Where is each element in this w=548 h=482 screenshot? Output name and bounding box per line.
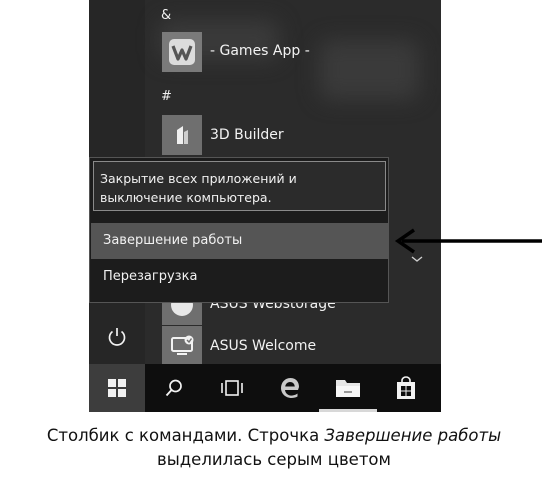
- group-header-amp[interactable]: &: [161, 8, 171, 23]
- menu-item-restart[interactable]: Перезагрузка: [91, 259, 388, 295]
- caption-line-1: Столбик с командами. Строчка Завершение …: [0, 424, 548, 448]
- store-button[interactable]: [377, 364, 435, 412]
- active-indicator: [319, 409, 377, 412]
- caption-emphasis: Завершение работы: [324, 426, 502, 445]
- edge-button[interactable]: [261, 364, 319, 412]
- search-button[interactable]: [145, 364, 203, 412]
- games-app-icon: [169, 39, 195, 65]
- search-icon: [165, 379, 182, 397]
- app-name-games[interactable]: - Games App -: [210, 43, 310, 59]
- pointer-arrow-icon: [394, 228, 542, 254]
- power-icon[interactable]: [105, 325, 129, 349]
- task-view-button[interactable]: [203, 364, 261, 412]
- group-header-hash[interactable]: #: [161, 89, 172, 104]
- app-name-3d-builder[interactable]: 3D Builder: [210, 127, 284, 143]
- app-name-asus-welcome[interactable]: ASUS Welcome: [210, 338, 316, 354]
- store-icon: [397, 376, 415, 399]
- 3d-builder-icon: [177, 126, 188, 144]
- app-tile-3d-builder[interactable]: [162, 115, 202, 155]
- app-tile-games[interactable]: [162, 32, 202, 72]
- file-explorer-icon: [336, 380, 360, 397]
- power-menu: Закрытие всех приложений и выключение ко…: [89, 157, 389, 303]
- caption-text: Столбик с командами. Строчка: [46, 426, 325, 445]
- edge-icon: [281, 378, 299, 398]
- caption-line-2: выделилась серым цветом: [157, 450, 391, 469]
- start-menu-screenshot: & - Games App - # 3D Builder ASUS Websto…: [89, 0, 441, 412]
- file-explorer-button[interactable]: [319, 364, 377, 412]
- menu-item-shutdown[interactable]: Завершение работы: [91, 223, 388, 259]
- asus-welcome-icon: [171, 335, 194, 355]
- windows-start-icon: [108, 379, 126, 397]
- figure-caption: Столбик с командами. Строчка Завершение …: [0, 424, 548, 472]
- app-tile-asus-welcome[interactable]: [162, 326, 202, 366]
- taskbar: [89, 364, 441, 412]
- start-button[interactable]: [89, 364, 145, 412]
- shutdown-tooltip: Закрытие всех приложений и выключение ко…: [93, 161, 386, 211]
- chevron-down-icon[interactable]: [410, 254, 424, 264]
- task-view-icon: [221, 380, 243, 396]
- background-blur: [319, 40, 419, 100]
